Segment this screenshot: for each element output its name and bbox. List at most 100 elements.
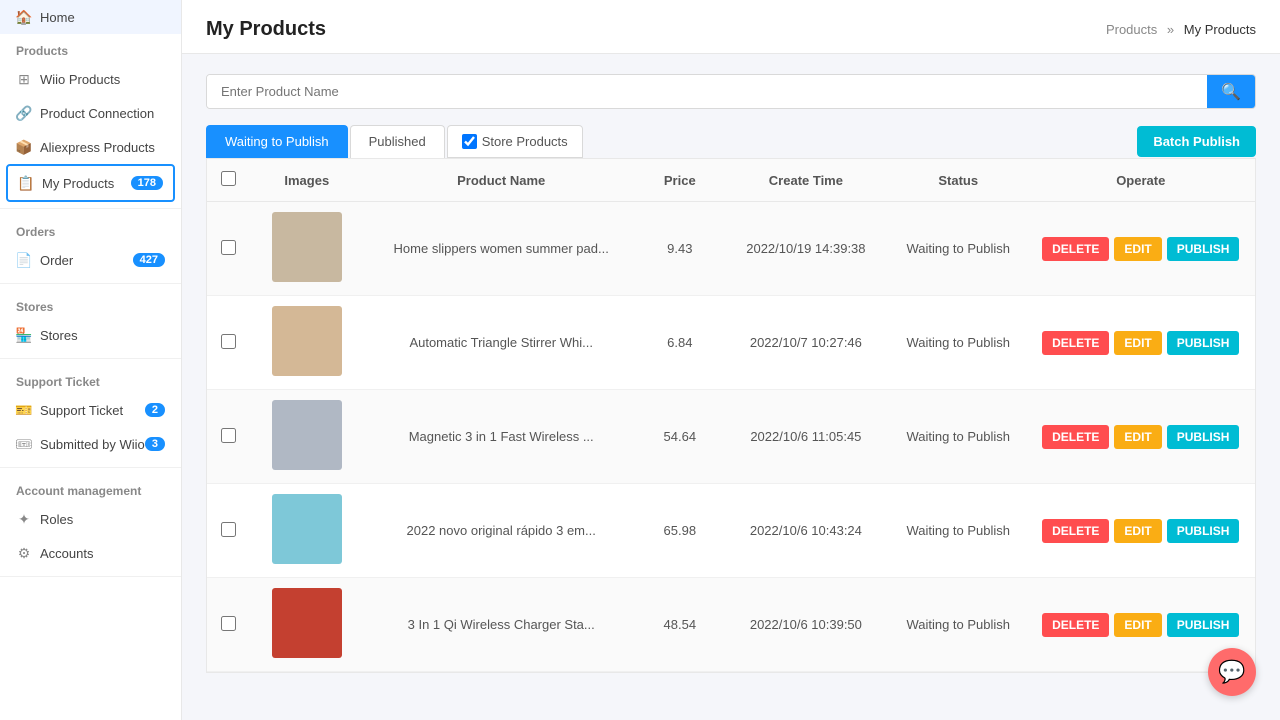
sidebar-item-submitted-by-wiio[interactable]: 🎟Submitted by Wiio3 — [0, 427, 181, 461]
sidebar-divider — [0, 283, 181, 284]
tabs: Waiting to Publish Published Store Produ… — [206, 125, 583, 158]
sidebar-divider — [0, 576, 181, 577]
grid-icon: ⊞ — [16, 71, 32, 87]
header-checkbox-col — [207, 159, 249, 202]
product-image-5 — [272, 588, 342, 658]
sidebar-item-support-ticket[interactable]: 🎫Support Ticket2 — [0, 393, 181, 427]
sidebar-section-account-management: Account management — [0, 474, 181, 502]
tab-waiting-to-publish[interactable]: Waiting to Publish — [206, 125, 348, 158]
publish-btn-2[interactable]: PUBLISH — [1167, 331, 1240, 355]
row-checkbox-4[interactable] — [221, 522, 236, 537]
clipboard-icon: 📋 — [18, 175, 34, 191]
list-icon: 📄 — [16, 252, 32, 268]
sidebar-label-my-products: My Products — [42, 176, 114, 191]
product-price-1: 9.43 — [638, 202, 722, 296]
product-price-4: 65.98 — [638, 484, 722, 578]
sidebar-label-order: Order — [40, 253, 73, 268]
delete-btn-4[interactable]: DELETE — [1042, 519, 1109, 543]
edit-btn-4[interactable]: EDIT — [1114, 519, 1161, 543]
search-bar: 🔍 — [206, 74, 1256, 109]
product-name-5: 3 In 1 Qi Wireless Charger Sta... — [365, 578, 638, 672]
sidebar-item-roles[interactable]: ✦Roles — [0, 502, 181, 536]
edit-btn-2[interactable]: EDIT — [1114, 331, 1161, 355]
table-row: 3 In 1 Qi Wireless Charger Sta...48.5420… — [207, 578, 1255, 672]
sidebar-label-roles: Roles — [40, 512, 73, 527]
product-time-5: 2022/10/6 10:39:50 — [722, 578, 890, 672]
delete-btn-3[interactable]: DELETE — [1042, 425, 1109, 449]
delete-btn-1[interactable]: DELETE — [1042, 237, 1109, 261]
sidebar-item-order[interactable]: 📄 Order 427 — [0, 243, 181, 277]
breadcrumb-current: My Products — [1184, 22, 1256, 37]
publish-btn-3[interactable]: PUBLISH — [1167, 425, 1240, 449]
sidebar-item-my-products[interactable]: 📋My Products178 — [6, 164, 175, 202]
products-table: Images Product Name Price Create Time St… — [207, 159, 1255, 672]
delete-btn-2[interactable]: DELETE — [1042, 331, 1109, 355]
product-name-2: Automatic Triangle Stirrer Whi... — [365, 296, 638, 390]
sidebar-section-products: Products — [0, 34, 181, 62]
link-icon: 🔗 — [16, 105, 32, 121]
table-body: Home slippers women summer pad...9.43202… — [207, 202, 1255, 672]
search-icon: 🔍 — [1221, 82, 1241, 102]
home-label: Home — [40, 10, 75, 25]
row-checkbox-3[interactable] — [221, 428, 236, 443]
product-price-3: 54.64 — [638, 390, 722, 484]
store-products-checkbox[interactable] — [462, 134, 477, 149]
row-checkbox-2[interactable] — [221, 334, 236, 349]
header-status: Status — [890, 159, 1027, 202]
store-icon: 🏪 — [16, 327, 32, 343]
header-operate: Operate — [1027, 159, 1255, 202]
edit-btn-3[interactable]: EDIT — [1114, 425, 1161, 449]
sidebar-item-aliexpress-products[interactable]: 📦 Aliexpress Products — [0, 130, 181, 164]
product-name-4: 2022 novo original rápido 3 em... — [365, 484, 638, 578]
header-create-time: Create Time — [722, 159, 890, 202]
ticket-icon: 🎫 — [16, 402, 32, 418]
sidebar-item-product-connection[interactable]: 🔗Product Connection — [0, 96, 181, 130]
table-row: Home slippers women summer pad...9.43202… — [207, 202, 1255, 296]
sidebar-label-stores: Stores — [40, 328, 78, 343]
sidebar-label-accounts: Accounts — [40, 546, 93, 561]
badge-support-ticket: 2 — [145, 403, 165, 417]
page-header: My Products Products » My Products — [182, 0, 1280, 54]
sidebar-item-accounts[interactable]: ⚙Accounts — [0, 536, 181, 570]
delete-btn-5[interactable]: DELETE — [1042, 613, 1109, 637]
ticket2-icon: 🎟 — [16, 436, 32, 452]
batch-publish-button[interactable]: Batch Publish — [1137, 126, 1256, 157]
search-input[interactable] — [207, 75, 1207, 108]
edit-btn-5[interactable]: EDIT — [1114, 613, 1161, 637]
sidebar-item-wiio-products[interactable]: ⊞ Wiio Products — [0, 62, 181, 96]
sidebar-divider — [0, 358, 181, 359]
search-button[interactable]: 🔍 — [1207, 75, 1255, 108]
box-icon: 📦 — [16, 139, 32, 155]
product-time-2: 2022/10/7 10:27:46 — [722, 296, 890, 390]
publish-btn-4[interactable]: PUBLISH — [1167, 519, 1240, 543]
sidebar-nav: Products ⊞ Wiio Products 🔗Product Connectio… — [0, 34, 181, 583]
tab-published[interactable]: Published — [350, 125, 445, 158]
tab-store-products[interactable]: Store Products — [447, 125, 583, 158]
select-all-checkbox[interactable] — [221, 171, 236, 186]
badge-submitted-by-wiio: 3 — [145, 437, 165, 451]
content-area: 🔍 Waiting to Publish Published Store Pro… — [182, 54, 1280, 720]
publish-btn-5[interactable]: PUBLISH — [1167, 613, 1240, 637]
sidebar-home[interactable]: 🏠 Home — [0, 0, 181, 34]
product-time-3: 2022/10/6 11:05:45 — [722, 390, 890, 484]
sidebar-label-wiio-products: Wiio Products — [40, 72, 120, 87]
badge-order: 427 — [133, 253, 165, 267]
sidebar-item-stores[interactable]: 🏪 Stores — [0, 318, 181, 352]
header-product-name: Product Name — [365, 159, 638, 202]
table-row: 2022 novo original rápido 3 em...65.9820… — [207, 484, 1255, 578]
edit-btn-1[interactable]: EDIT — [1114, 237, 1161, 261]
publish-btn-1[interactable]: PUBLISH — [1167, 237, 1240, 261]
sidebar-label-aliexpress-products: Aliexpress Products — [40, 140, 155, 155]
product-time-4: 2022/10/6 10:43:24 — [722, 484, 890, 578]
product-image-1 — [272, 212, 342, 282]
row-checkbox-5[interactable] — [221, 616, 236, 631]
product-price-2: 6.84 — [638, 296, 722, 390]
product-status-2: Waiting to Publish — [890, 296, 1027, 390]
header-images: Images — [249, 159, 365, 202]
product-image-4 — [272, 494, 342, 564]
chat-button[interactable]: 💬 — [1208, 648, 1256, 696]
table-header-row: Images Product Name Price Create Time St… — [207, 159, 1255, 202]
sidebar: 🏠 Home Products ⊞ Wiio Products 🔗Product Co… — [0, 0, 182, 720]
sidebar-divider — [0, 208, 181, 209]
row-checkbox-1[interactable] — [221, 240, 236, 255]
